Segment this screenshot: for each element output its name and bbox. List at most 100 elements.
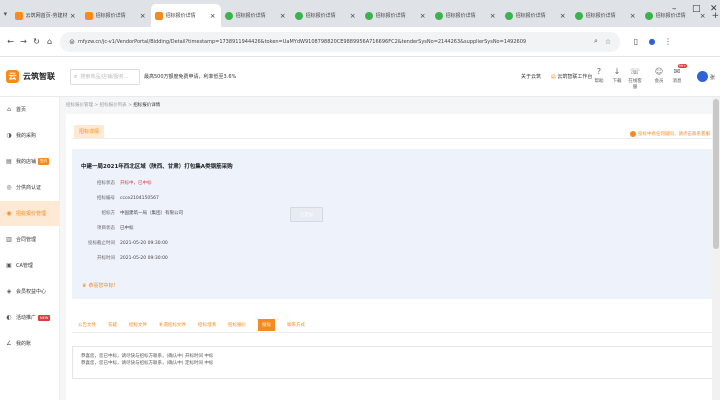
detail-tab[interactable]: 招标报价 (228, 319, 246, 331)
help-button[interactable]: ? 帮助 (592, 67, 606, 84)
browser-tab[interactable]: 招标报价详情 × (221, 4, 291, 27)
browser-tab-label: 招标报价详情 (95, 13, 126, 19)
download-button[interactable]: ↓ 下载 (610, 67, 624, 84)
finance-promo-link[interactable]: 最高500万额度免费申请，利率低至3.6% (144, 73, 236, 80)
url-field[interactable]: ⊜ mfyzw.cn/jc-v1/VendorPortal/Bidding/De… (60, 31, 620, 52)
sidebar-item-contract-management[interactable]: ▥ 合同管理 (0, 227, 59, 252)
sidebar-item-supplier-cert[interactable]: ◎ 分供商认证 (0, 175, 59, 200)
member-icon: ☺ (654, 67, 664, 76)
tab-bid-detail[interactable]: 招标详情 (74, 125, 105, 138)
browser-tab[interactable]: 招标报价详情 × (150, 4, 221, 27)
close-tab-icon[interactable]: × (629, 12, 637, 20)
sidebar-item-label: 招标报价管理 (16, 211, 47, 217)
home-icon[interactable]: ⌂ (43, 37, 56, 46)
info-row: 开标时间 2021-05-20 09:30:00 (81, 255, 168, 261)
minimize-icon[interactable]: – (672, 4, 677, 14)
service-notice[interactable]: 投标中有任何疑问，请点击联系客服 (630, 131, 710, 137)
browser-tab[interactable]: 招标报价详情 × (501, 4, 571, 27)
user-name[interactable]: 张 (710, 74, 715, 81)
sidebar-item-bid-management[interactable]: ◉ 招标报价管理 (0, 201, 59, 226)
extensions-icon[interactable]: ▯ (628, 37, 644, 46)
info-row: 招标方 中国建筑一局（集团）有限公司 (81, 210, 184, 216)
detail-tab[interactable]: 联系方式 (287, 319, 305, 331)
info-row: 项目状态 已中标 (81, 225, 134, 231)
about-link[interactable]: 关于云筑 (521, 73, 541, 80)
browser-tab[interactable]: 招标报价详情 × (291, 4, 361, 27)
info-key: 招标状态 (97, 181, 115, 186)
my-shop-icon: ▤ (6, 158, 12, 165)
logo-text: 云筑智联 (23, 72, 55, 81)
my-purchase-icon: ◑ (6, 132, 12, 139)
back-icon[interactable]: ← (4, 37, 17, 46)
sidebar-item-my-ledger[interactable]: ∠ 我的账 (0, 331, 59, 356)
url-text: mfyzw.cn/jc-v1/VendorPortal/Bidding/Deta… (78, 38, 527, 45)
site-info-icon[interactable]: ⊜ (66, 38, 78, 46)
close-tab-icon[interactable]: × (419, 12, 427, 20)
bookmark-star-icon[interactable]: ☆ (602, 38, 614, 46)
sidebar-item-label: 活动推广 (16, 315, 37, 321)
sidebar-item-member-center[interactable]: ◈ 会员权益中心 (0, 279, 59, 304)
detail-tab[interactable]: 投标 (258, 318, 275, 331)
workbench-link[interactable]: ▤ 云筑智联工作台 (551, 73, 592, 80)
browser-tab[interactable]: 云筑网首页-劳建材 × (11, 4, 81, 27)
reload-icon[interactable]: ↻ (30, 37, 43, 46)
close-tab-icon[interactable]: × (209, 12, 217, 20)
detail-tab[interactable]: 招标澄清 (198, 319, 216, 331)
tab-search-icon[interactable]: ▾ (0, 0, 11, 27)
message-button[interactable]: ✉ 消息 99+ (670, 64, 687, 84)
avatar[interactable] (697, 71, 708, 82)
close-tab-icon[interactable]: × (559, 12, 567, 20)
breadcrumb-link[interactable]: 招标报价列表 (100, 103, 127, 108)
page-scrollbar[interactable] (712, 97, 720, 400)
site-favicon-icon (364, 11, 373, 20)
browser-tab-strip: ▾ 云筑网首页-劳建材 × 招标报价详情 × 招标报价详情 × 招标报价详情 × 招标报价详情 ×… (0, 0, 720, 27)
site-favicon-icon (434, 11, 443, 20)
browser-tab[interactable]: 招标报价详情 × (571, 4, 641, 27)
detail-tab[interactable]: 招标文件 (129, 319, 147, 331)
detail-tab[interactable]: 答疑 (108, 319, 117, 331)
forward-icon[interactable]: → (17, 37, 30, 46)
browser-tab[interactable]: 招标报价详情 × (81, 4, 151, 27)
info-key: 项目状态 (97, 226, 115, 231)
close-tab-icon[interactable]: × (69, 12, 77, 20)
service-button[interactable]: ☏ 在线客服 (628, 67, 642, 90)
scrollbar-thumb[interactable] (713, 99, 719, 249)
site-logo[interactable]: 云 云筑智联 (6, 70, 62, 83)
site-favicon-icon (154, 11, 163, 20)
info-value: 中国建筑一局（集团）有限公司 (120, 211, 183, 216)
sidebar-item-label: 我的账 (16, 341, 32, 347)
browser-tab[interactable]: 招标报价详情 × (431, 4, 501, 27)
search-input[interactable]: ⌕ 搜索商品/店铺/服务... (70, 68, 140, 85)
detail-tab[interactable]: 补遗招标文件 (159, 319, 186, 331)
browser-tab[interactable]: 招标报价详情 × (361, 4, 431, 27)
header-icon-label: 在线客服 (628, 79, 642, 90)
message-icon: ✉ (673, 67, 681, 76)
header-icon-label: 下载 (612, 79, 622, 84)
info-key: 招标方 (101, 211, 116, 216)
sidebar-item-ca-management[interactable]: ▣ CA管理 (0, 253, 59, 278)
promotion-icon: ◐ (6, 314, 12, 321)
close-window-icon[interactable]: ✕ (710, 4, 718, 14)
sidebar-item-my-shop[interactable]: ▤ 我的店铺 签约 (0, 149, 59, 174)
close-tab-icon[interactable]: × (139, 12, 147, 20)
ca-management-icon: ▣ (6, 262, 12, 269)
browser-tab-label: 招标报价详情 (375, 13, 406, 19)
search-icon: ⌕ (74, 72, 78, 80)
sidebar-item-my-purchase[interactable]: ◑ 我的采购 (0, 123, 59, 148)
profile-icon[interactable]: ● (644, 37, 660, 46)
sidebar-item-home[interactable]: ⌂ 首页 (0, 97, 59, 122)
site-favicon-icon (224, 11, 233, 20)
header-icon-label: 会员 (654, 79, 664, 84)
sidebar-item-promotion[interactable]: ◐ 活动推广 NEW (0, 305, 59, 330)
info-row: 招标状态 开标中，已中标 (81, 180, 152, 186)
detail-tab[interactable]: 公告文件 (78, 319, 96, 331)
browser-menu-icon[interactable]: ⋮ (660, 37, 676, 46)
close-tab-icon[interactable]: × (349, 12, 357, 20)
site-favicon-icon (644, 11, 653, 20)
zoom-icon[interactable]: ⌕ (590, 37, 602, 46)
close-tab-icon[interactable]: × (489, 12, 497, 20)
close-tab-icon[interactable]: × (279, 12, 287, 20)
member-button[interactable]: ☺ 会员 (652, 67, 666, 84)
maximize-icon[interactable]: □ (692, 4, 701, 14)
breadcrumb-link[interactable]: 招标报价管理 (66, 103, 93, 108)
